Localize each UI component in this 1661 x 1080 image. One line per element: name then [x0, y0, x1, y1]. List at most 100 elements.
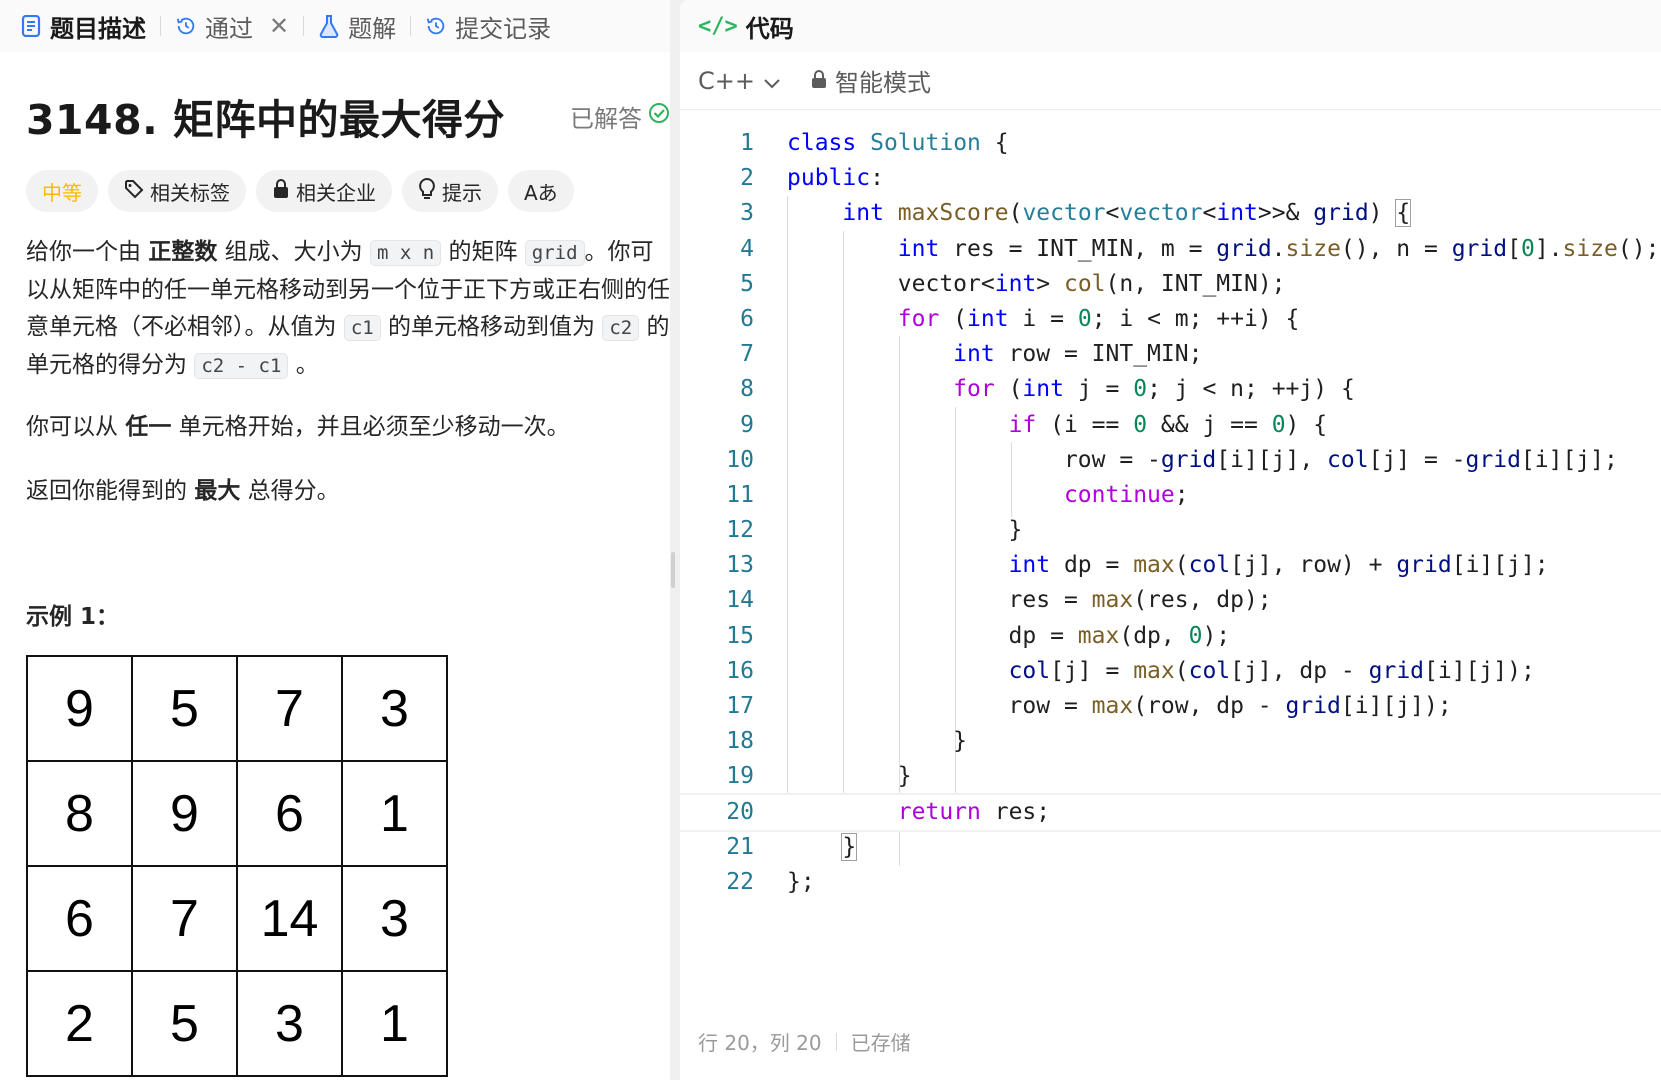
code-line: 11 continue;: [680, 478, 1661, 513]
code-line: 22};: [680, 865, 1661, 900]
desc-text: 。: [288, 352, 319, 378]
code-line: 19 }: [680, 759, 1661, 794]
line-number: 6: [740, 305, 754, 332]
code-line: 3 int maxScore(vector<vector<int>>& grid…: [680, 196, 1661, 231]
status-separator: [835, 1032, 837, 1051]
inline-code: c2 - c1: [194, 353, 289, 379]
lightbulb-icon: [418, 177, 436, 205]
code-line: 21 }: [680, 830, 1661, 865]
cursor-position: 行 20，列 20: [698, 1031, 822, 1055]
problem-title[interactable]: 3148. 矩阵中的最大得分: [26, 86, 505, 146]
example-grid: 9 5 7 3 8 9 6 1 6 7 14 3 2 5 3 1: [26, 655, 448, 1077]
flask-icon: [318, 15, 340, 38]
problem-content: 3148. 矩阵中的最大得分 已解答 中等 相关标签 相关企业 提示 Aあ 给你…: [0, 52, 670, 1077]
grid-cell: 3: [343, 867, 448, 972]
desc-paragraph-2: 你可以从 任一 单元格开始，并且必须至少移动一次。: [26, 407, 670, 441]
code-header-label: 代码: [745, 14, 794, 43]
tab-passed-label: 通过: [205, 14, 253, 43]
desc-text: 的矩阵: [441, 239, 525, 265]
companies-button[interactable]: 相关企业: [256, 170, 392, 212]
code-line: 2 public:: [680, 161, 1661, 196]
code-line: 5 vector<int> col(n, INT_MIN);: [680, 267, 1661, 302]
lock-icon: [811, 67, 827, 95]
code-line: 12 }: [680, 513, 1661, 548]
tab-description[interactable]: 题目描述: [20, 0, 146, 52]
line-number: 19: [726, 763, 754, 790]
code-header: </> 代码: [680, 0, 1661, 52]
language-label: C++: [698, 66, 755, 95]
solved-label: 已解答: [570, 104, 642, 133]
grid-cell: 2: [28, 972, 133, 1077]
desc-paragraph-3: 返回你能得到的 最大 总得分。: [26, 471, 670, 505]
translate-icon: Aあ: [524, 180, 558, 205]
desc-text: 给你一个由: [26, 239, 149, 265]
problem-panel: 题目描述 通过 ✕ 题解 提交记录 3148. 矩阵中的最大得分 已解答 中等 …: [0, 0, 670, 1080]
close-icon[interactable]: ✕: [269, 12, 289, 40]
code-line: 14 res = max(res, dp);: [680, 583, 1661, 618]
line-number: 17: [726, 693, 754, 719]
line-number: 7: [740, 341, 754, 368]
history-icon: [175, 15, 197, 37]
tab-passed[interactable]: 通过 ✕: [175, 0, 289, 52]
panel-resize-handle[interactable]: [671, 552, 675, 588]
code-line: 6 for (int i = 0; i < m; ++i) {: [680, 302, 1661, 337]
grid-cell: 7: [238, 657, 343, 762]
grid-cell: 9: [133, 762, 238, 867]
tab-submissions-label: 提交记录: [455, 14, 552, 43]
line-number: 13: [726, 552, 754, 579]
related-tags-label: 相关标签: [150, 180, 230, 205]
code-line: 10 row = -grid[i][j], col[j] = -grid[i][…: [680, 443, 1661, 478]
line-number: 21: [726, 833, 754, 860]
tab-separator: [160, 16, 161, 36]
hint-button[interactable]: 提示: [402, 170, 498, 212]
difficulty-label: 中等: [42, 180, 82, 205]
check-circle-icon: [648, 102, 670, 130]
history-icon: [425, 15, 447, 37]
code-editor[interactable]: 1 class Solution { 2 public: 3 int maxScor…: [680, 110, 1661, 900]
code-line: 16 col[j] = max(col[j], dp - grid[i][j])…: [680, 654, 1661, 689]
code-line: 4 int res = INT_MIN, m = grid.size(), n …: [680, 232, 1661, 267]
code-icon: </>: [698, 13, 738, 39]
grid-cell: 6: [238, 762, 343, 867]
inline-code: c1: [343, 315, 381, 341]
line-number: 14: [726, 587, 754, 614]
code-line: 15 dp = max(dp, 0);: [680, 619, 1661, 654]
translate-button[interactable]: Aあ: [508, 170, 574, 212]
smart-mode-toggle[interactable]: 智能模式: [811, 63, 931, 98]
line-number: 8: [740, 376, 754, 403]
tab-solutions[interactable]: 题解: [318, 0, 396, 52]
grid-cell: 7: [133, 867, 238, 972]
difficulty-badge: 中等: [26, 170, 98, 212]
inline-code: m x n: [369, 240, 442, 266]
grid-cell: 6: [28, 867, 133, 972]
line-number: 16: [726, 657, 754, 684]
tab-submissions[interactable]: 提交记录: [425, 0, 551, 52]
code-line: 13 int dp = max(col[j], row) + grid[i][j…: [680, 548, 1661, 583]
desc-text: 你可以从: [26, 414, 126, 440]
line-number: 5: [740, 270, 754, 297]
grid-cell: 3: [238, 972, 343, 1077]
problem-description: 给你一个由 正整数 组成、大小为 m x n 的矩阵 grid 。你可以从矩阵中的…: [26, 234, 670, 385]
desc-bold: 正整数: [148, 239, 218, 265]
line-number: 12: [726, 517, 754, 544]
tab-description-label: 题目描述: [50, 14, 146, 43]
grid-cell: 3: [343, 657, 448, 762]
language-select[interactable]: C++: [698, 67, 781, 95]
mode-label: 智能模式: [834, 69, 931, 97]
line-number: 2: [740, 165, 754, 192]
line-number: 11: [726, 481, 754, 508]
code-line: 9 if (i == 0 && j == 0) {: [680, 408, 1661, 443]
line-number: 22: [726, 868, 754, 895]
grid-cell: 5: [133, 657, 238, 762]
inline-code: grid: [524, 240, 585, 266]
grid-cell: 14: [238, 867, 343, 972]
code-line: 1 class Solution {: [680, 126, 1661, 161]
desc-text: 总得分。: [240, 478, 340, 504]
desc-bold: 任一: [125, 414, 172, 440]
companies-label: 相关企业: [296, 180, 376, 205]
related-tags-button[interactable]: 相关标签: [108, 170, 246, 212]
line-number: 20: [726, 798, 754, 825]
line-number: 1: [740, 130, 754, 156]
grid-cell: 5: [133, 972, 238, 1077]
save-status: 已存储: [850, 1031, 911, 1055]
